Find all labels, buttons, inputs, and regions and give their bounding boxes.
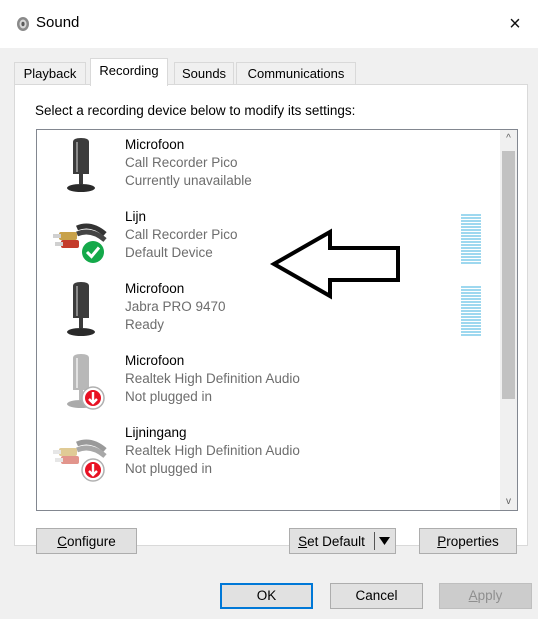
speaker-icon: [17, 17, 29, 31]
line-in-cable-icon: [53, 223, 107, 263]
list-item-device[interactable]: Microfoon Realtek High Definition Audio …: [37, 346, 497, 418]
set-default-button[interactable]: Set Default: [289, 528, 396, 554]
device-name: Lijn: [125, 209, 147, 224]
device-name: Lijningang: [125, 425, 187, 440]
configure-button[interactable]: Configure: [36, 528, 137, 554]
level-meter: [461, 214, 481, 264]
cancel-button[interactable]: Cancel: [330, 583, 423, 609]
scroll-up-arrow-icon[interactable]: ^: [500, 130, 517, 147]
device-name: Microfoon: [125, 281, 185, 296]
device-name: Microfoon: [125, 353, 185, 368]
ok-button[interactable]: OK: [220, 583, 313, 609]
instruction-text: Select a recording device below to modif…: [35, 103, 356, 118]
device-status: Not plugged in: [125, 389, 213, 404]
tab-sounds[interactable]: Sounds: [174, 62, 234, 85]
scroll-thumb[interactable]: [502, 151, 515, 399]
close-button[interactable]: ×: [492, 0, 538, 48]
device-list[interactable]: Microfoon Call Recorder Pico Currently u…: [36, 129, 518, 511]
microphone-icon: [67, 354, 105, 410]
list-item-device[interactable]: Lijningang Realtek High Definition Audio…: [37, 418, 497, 490]
recording-panel: Select a recording device below to modif…: [14, 84, 528, 554]
properties-button[interactable]: Properties: [419, 528, 517, 554]
list-item-device[interactable]: Microfoon Jabra PRO 9470 Ready: [37, 274, 497, 346]
device-description: Realtek High Definition Audio: [125, 443, 300, 458]
device-description: Jabra PRO 9470: [125, 299, 226, 314]
line-in-cable-icon: [53, 439, 107, 482]
microphone-icon: [67, 138, 95, 192]
device-name: Microfoon: [125, 137, 185, 152]
tab-communications[interactable]: Communications: [236, 62, 356, 85]
microphone-icon: [67, 282, 95, 336]
window-title: Sound: [36, 14, 80, 31]
device-status: Currently unavailable: [125, 173, 252, 188]
device-description: Call Recorder Pico: [125, 227, 238, 242]
scroll-down-arrow-icon[interactable]: v: [500, 493, 517, 510]
split-dropdown-divider: [374, 532, 375, 550]
dropdown-arrow-icon[interactable]: [379, 537, 390, 546]
tab-playback[interactable]: Playback: [14, 62, 86, 85]
left-arrow-annotation-icon: [269, 228, 400, 300]
device-status: Not plugged in: [125, 461, 213, 476]
vertical-scrollbar[interactable]: ^ v: [500, 130, 517, 510]
device-status: Default Device: [125, 245, 213, 260]
default-check-icon: [82, 241, 104, 263]
apply-button[interactable]: Apply: [439, 583, 532, 609]
device-description: Call Recorder Pico: [125, 155, 238, 170]
tab-recording[interactable]: Recording: [90, 58, 168, 86]
close-icon: ×: [509, 12, 521, 35]
list-item-device[interactable]: Lijn Call Recorder Pico Default Device: [37, 202, 497, 274]
list-item-device[interactable]: Microfoon Call Recorder Pico Currently u…: [37, 130, 497, 202]
device-status: Ready: [125, 317, 165, 332]
title-bar: Sound ×: [0, 0, 538, 48]
level-meter: [461, 286, 481, 336]
device-description: Realtek High Definition Audio: [125, 371, 300, 386]
